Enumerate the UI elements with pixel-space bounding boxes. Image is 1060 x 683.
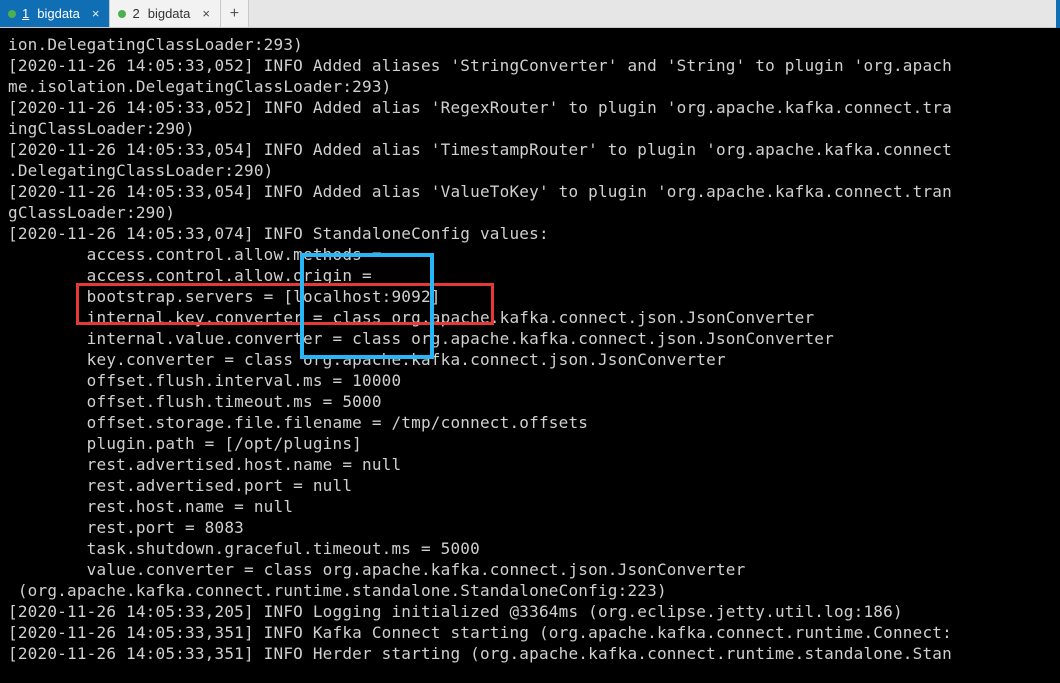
tab-label: bigdata xyxy=(37,6,80,21)
plus-icon: + xyxy=(230,5,239,23)
add-tab-button[interactable]: + xyxy=(221,0,249,27)
tab-bar: 1 bigdata × 2 bigdata × + xyxy=(0,0,1060,28)
tab-number: 1 xyxy=(22,6,29,21)
status-dot-icon xyxy=(8,10,16,18)
tab-number: 2 xyxy=(132,6,139,21)
window-frame-edge xyxy=(1056,0,1060,28)
close-icon[interactable]: × xyxy=(92,7,100,20)
close-icon[interactable]: × xyxy=(202,7,210,20)
tab-2[interactable]: 2 bigdata × xyxy=(110,0,220,27)
tab-label: bigdata xyxy=(148,6,191,21)
terminal-output[interactable]: ion.DelegatingClassLoader:293) [2020-11-… xyxy=(0,28,1060,683)
status-dot-icon xyxy=(118,10,126,18)
tab-1[interactable]: 1 bigdata × xyxy=(0,0,110,27)
